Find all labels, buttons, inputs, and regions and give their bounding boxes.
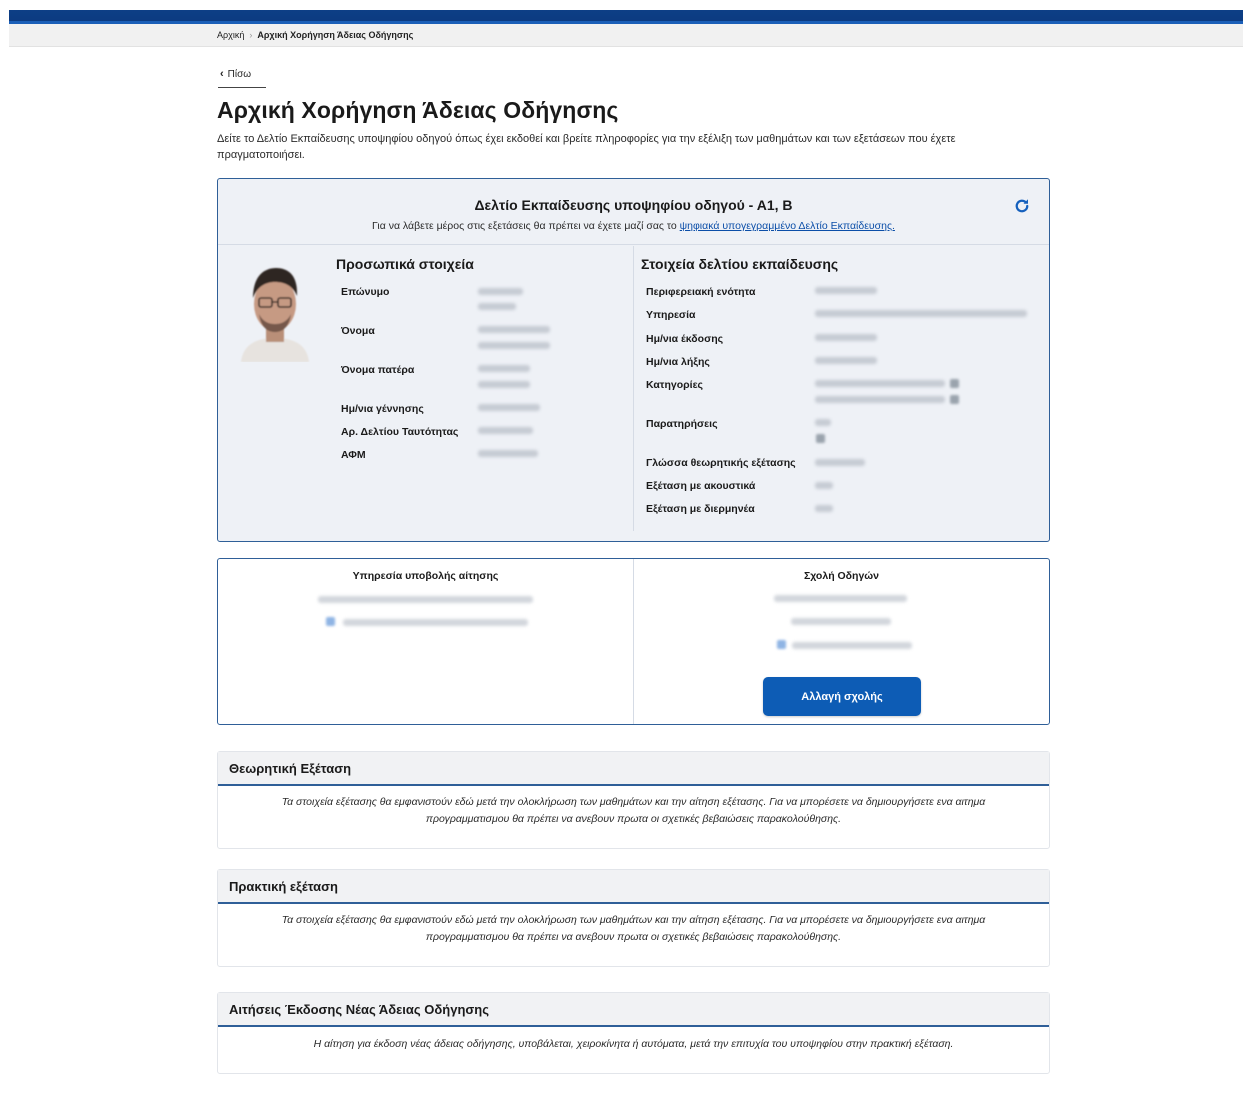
- back-button[interactable]: ‹ Πίσω: [218, 68, 266, 88]
- redacted-value: [815, 419, 831, 426]
- breadcrumb: Αρχική › Αρχική Χορήγηση Άδειας Οδήγησης: [217, 30, 413, 40]
- submission-card: Υπηρεσία υποβολής αίτησης Σχολή Οδηγών Α…: [217, 558, 1050, 725]
- chevron-left-icon: ‹: [220, 68, 224, 80]
- redacted-value: [815, 287, 877, 294]
- column-divider: [633, 246, 634, 531]
- page-title: Αρχική Χορήγηση Άδειας Οδήγησης: [217, 97, 619, 123]
- training-card-subtitle: Για να λάβετε μέρος στις εξετάσεις θα πρ…: [218, 220, 1049, 232]
- redacted-value: [815, 505, 833, 512]
- training-card-header: Δελτίο Εκπαίδευσης υποψηφίου οδηγού - Α1…: [218, 179, 1049, 245]
- practical-exam-title: Πρακτική εξέταση: [218, 870, 1049, 904]
- redacted-value: [478, 381, 530, 388]
- field-label-name: Όνομα: [341, 325, 375, 337]
- redacted-value: [478, 404, 540, 411]
- change-school-button[interactable]: Αλλαγή σχολής: [763, 677, 921, 716]
- field-label-exam-headphones: Εξέταση με ακουστικά: [646, 480, 756, 492]
- redacted-value: [478, 427, 533, 434]
- field-label-id-number: Αρ. Δελτίου Ταυτότητας: [341, 426, 459, 438]
- redacted-value: [815, 459, 865, 466]
- info-icon: [326, 617, 335, 626]
- redacted-value: [478, 288, 523, 295]
- redacted-value: [318, 596, 533, 603]
- redacted-value: [815, 380, 945, 387]
- field-label-surname: Επώνυμο: [341, 286, 390, 298]
- personal-info-title: Προσωπικά στοιχεία: [336, 256, 474, 272]
- field-label-categories: Κατηγορίες: [646, 379, 704, 391]
- field-label-remarks: Παρατηρήσεις: [646, 418, 718, 430]
- breadcrumb-current: Αρχική Χορήγηση Άδειας Οδήγησης: [257, 30, 414, 40]
- signed-document-link[interactable]: ψηφιακά υπογεγραμμένο Δελτίο Εκπαίδευσης…: [680, 220, 895, 232]
- training-card: Δελτίο Εκπαίδευσης υποψηφίου οδηγού - Α1…: [217, 178, 1050, 542]
- theory-exam-title: Θεωρητική Εξέταση: [218, 752, 1049, 786]
- column-divider: [633, 559, 634, 724]
- field-label-service: Υπηρεσία: [646, 309, 696, 321]
- info-icon: [777, 640, 786, 649]
- field-label-tax-id: ΑΦΜ: [341, 449, 366, 461]
- new-license-title: Αιτήσεις Έκδοσης Νέας Άδειας Οδήγησης: [218, 993, 1049, 1027]
- remarks-icon: [816, 434, 825, 443]
- field-label-exam-language: Γλώσσα θεωρητικής εξέτασης: [646, 457, 796, 469]
- redacted-value: [791, 618, 891, 625]
- redacted-value: [792, 642, 912, 649]
- redacted-value: [815, 310, 1027, 317]
- field-label-birth-date: Ημ/νια γέννησης: [341, 403, 424, 415]
- redacted-value: [478, 326, 550, 333]
- page-description: Δείτε το Δελτίο Εκπαίδευσης υποψηφίου οδ…: [217, 133, 956, 161]
- new-license-panel: Αιτήσεις Έκδοσης Νέας Άδειας Οδήγησης Η …: [217, 992, 1050, 1074]
- chevron-right-icon: ›: [249, 30, 253, 40]
- redacted-value: [815, 482, 833, 489]
- new-license-text: Η αίτηση για έκδοση νέας άδειας οδήγησης…: [313, 1038, 954, 1050]
- category-status-icon: [950, 379, 959, 388]
- theory-exam-text: Τα στοιχεία εξέτασης θα εμφανιστούν εδώ …: [281, 796, 986, 825]
- redacted-value: [815, 396, 945, 403]
- redacted-value: [815, 334, 877, 341]
- redacted-value: [815, 357, 877, 364]
- field-label-issue-date: Ημ/νια έκδοσης: [646, 333, 724, 345]
- field-label-region: Περιφερειακή ενότητα: [646, 286, 756, 298]
- breadcrumb-home-link[interactable]: Αρχική: [217, 30, 244, 40]
- category-status-icon: [950, 395, 959, 404]
- field-label-exam-interpreter: Εξέταση με διερμηνέα: [646, 503, 755, 515]
- theory-exam-panel: Θεωρητική Εξέταση Τα στοιχεία εξέτασης θ…: [217, 751, 1050, 849]
- field-label-father-name: Όνομα πατέρα: [341, 364, 415, 376]
- submission-service-title: Υπηρεσία υποβολής αίτησης: [352, 570, 499, 582]
- field-label-expiry-date: Ημ/νια λήξης: [646, 356, 710, 368]
- practical-exam-text: Τα στοιχεία εξέτασης θα εμφανιστούν εδώ …: [281, 914, 986, 943]
- redacted-value: [478, 342, 550, 349]
- breadcrumb-bar: [9, 24, 1243, 47]
- redacted-value: [774, 595, 907, 602]
- back-label: Πίσω: [227, 69, 252, 80]
- subtitle-text: Για να λάβετε μέρος στις εξετάσεις θα πρ…: [372, 220, 680, 232]
- refresh-icon[interactable]: [1013, 197, 1031, 215]
- candidate-photo: [235, 258, 315, 362]
- practical-exam-panel: Πρακτική εξέταση Τα στοιχεία εξέτασης θα…: [217, 869, 1050, 967]
- redacted-value: [343, 619, 528, 626]
- driving-school-title: Σχολή Οδηγών: [803, 570, 880, 582]
- redacted-value: [478, 303, 516, 310]
- training-card-title: Δελτίο Εκπαίδευσης υποψηφίου οδηγού - Α1…: [474, 197, 793, 213]
- training-info-title: Στοιχεία δελτίου εκπαίδευσης: [641, 256, 839, 272]
- redacted-value: [478, 365, 530, 372]
- redacted-value: [478, 450, 538, 457]
